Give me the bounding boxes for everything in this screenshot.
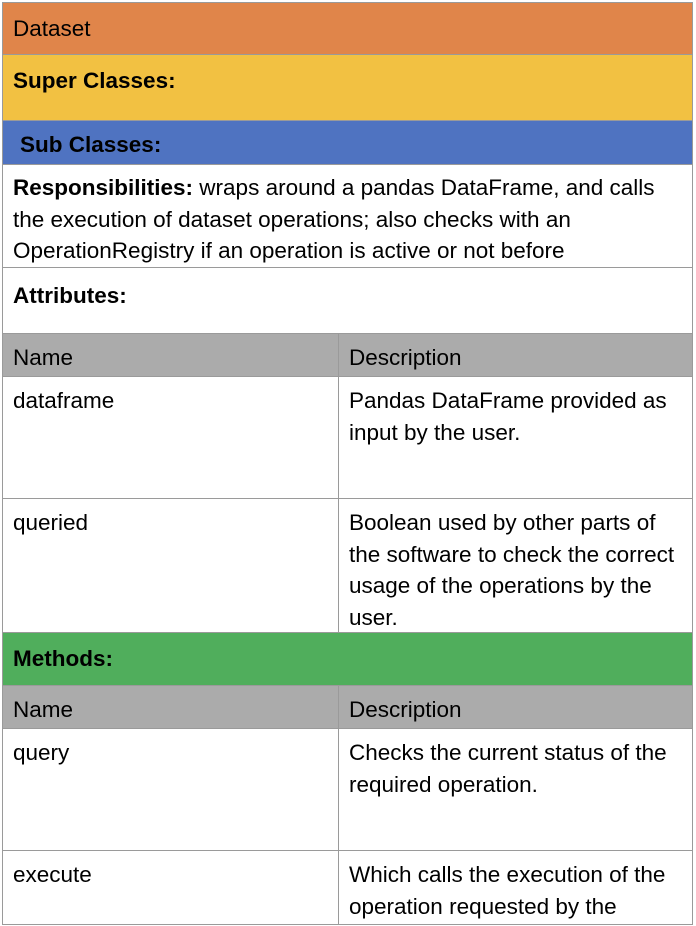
- attribute-name: dataframe: [3, 377, 339, 498]
- attributes-header-description: Description: [349, 345, 462, 370]
- super-classes-label: Super Classes:: [13, 68, 176, 93]
- method-description: Checks the current status of the require…: [349, 740, 667, 797]
- table-row: dataframe Pandas DataFrame provided as i…: [2, 376, 693, 498]
- responsibilities-label: Responsibilities:: [13, 175, 194, 200]
- methods-header-row: Name Description: [2, 685, 693, 728]
- attribute-name: queried: [3, 499, 339, 632]
- methods-header-name: Name: [3, 686, 339, 728]
- methods-label: Methods:: [13, 646, 113, 671]
- attributes-label: Attributes:: [13, 283, 127, 308]
- table-row: query Checks the current status of the r…: [2, 728, 693, 850]
- attribute-description: Boolean used by other parts of the softw…: [349, 510, 675, 630]
- method-description: Which calls the execution of the operati…: [349, 862, 666, 919]
- table-row: execute Which calls the execution of the…: [2, 850, 693, 925]
- super-classes-section: Super Classes:: [2, 54, 693, 120]
- class-title-bar: Dataset: [2, 2, 693, 54]
- sub-classes-section: Sub Classes:: [2, 120, 693, 164]
- sub-classes-label: Sub Classes:: [20, 132, 162, 157]
- attributes-section: Attributes:: [2, 267, 693, 333]
- table-bottom-border: [2, 924, 693, 925]
- method-name: execute: [3, 851, 339, 925]
- method-name: query: [3, 729, 339, 850]
- methods-header-description: Description: [349, 697, 462, 722]
- attributes-header-row: Name Description: [2, 333, 693, 376]
- attribute-description: Pandas DataFrame provided as input by th…: [349, 388, 667, 445]
- responsibilities-section: Responsibilities: wraps around a pandas …: [2, 164, 693, 267]
- methods-section: Methods:: [2, 632, 693, 685]
- table-row: queried Boolean used by other parts of t…: [2, 498, 693, 632]
- attributes-header-name: Name: [3, 334, 339, 376]
- class-title: Dataset: [13, 16, 91, 41]
